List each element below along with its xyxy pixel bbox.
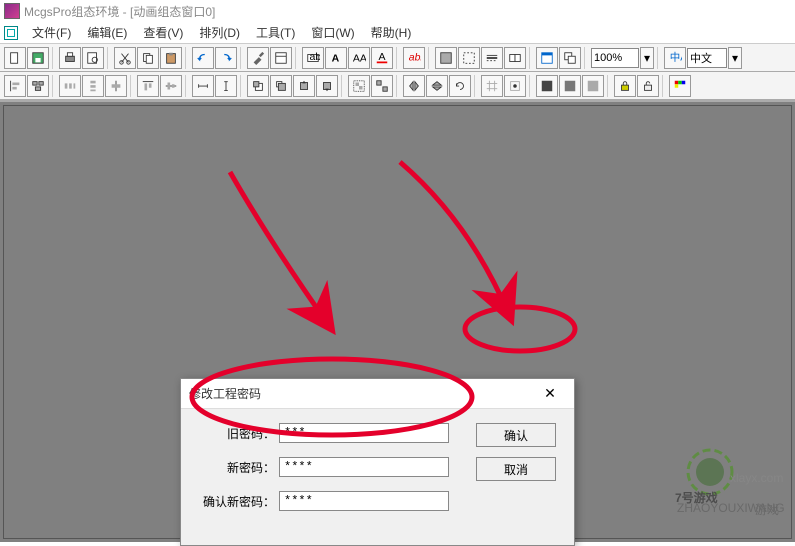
hammer-icon[interactable] [247,47,269,69]
gradient-2-icon[interactable] [559,75,581,97]
old-password-input[interactable] [279,423,449,443]
paste-button[interactable] [160,47,182,69]
line-style-icon[interactable] [481,47,503,69]
window-icon[interactable] [536,47,558,69]
document-icon [4,26,18,40]
text-label-icon[interactable]: ab [302,47,324,69]
language-icon[interactable]: 中A [664,47,686,69]
menu-arrange[interactable]: 排列(D) [191,22,248,43]
app-icon [4,3,20,19]
window-title: McgsPro组态环境 - [动画组态窗口0] [24,3,215,20]
menu-tools[interactable]: 工具(T) [248,22,303,43]
toolbar-1: ab A AA A abi ▾ 中A ▾ [0,44,795,72]
preview-button[interactable] [82,47,104,69]
gradient-3-icon[interactable] [582,75,604,97]
font-size-button[interactable]: AA [348,47,370,69]
align-middle-icon[interactable] [160,75,182,97]
toolbar-2 [0,72,795,100]
title-bar: McgsPro组态环境 - [动画组态窗口0] [0,0,795,22]
same-width-icon[interactable] [192,75,214,97]
rectangles-icon[interactable] [504,47,526,69]
confirm-password-label: 确认新密码： [197,493,275,510]
center-h-icon[interactable] [105,75,127,97]
lock-icon[interactable] [614,75,636,97]
language-input[interactable] [687,48,727,68]
undo-button[interactable] [192,47,214,69]
palette-icon[interactable] [669,75,691,97]
svg-text:中A: 中A [670,51,682,64]
gradient-1-icon[interactable] [536,75,558,97]
distribute-h-icon[interactable] [59,75,81,97]
ok-button[interactable]: 确认 [476,423,556,447]
ungroup-icon[interactable] [371,75,393,97]
redo-button[interactable] [215,47,237,69]
align-left-icon[interactable] [4,75,26,97]
new-password-input[interactable] [279,457,449,477]
language-dropdown-icon[interactable]: ▾ [728,47,742,69]
change-password-dialog: 修改工程密码 ✕ 旧密码： 新密码： 确认新密码： 确认 取消 [180,378,575,546]
menu-window[interactable]: 窗口(W) [303,22,362,43]
align-top-icon[interactable] [137,75,159,97]
script-icon[interactable]: abi [403,47,425,69]
svg-text:ab: ab [310,51,321,63]
color-button[interactable]: A [371,47,393,69]
svg-text:A: A [332,52,340,64]
confirm-password-input[interactable] [279,491,449,511]
group-icon[interactable] [348,75,370,97]
svg-text:A: A [360,52,366,64]
canvas-area[interactable]: 修改工程密码 ✕ 旧密码： 新密码： 确认新密码： 确认 取消 [0,100,795,542]
menu-edit[interactable]: 编辑(E) [79,22,135,43]
properties-icon[interactable] [270,47,292,69]
save-button[interactable] [27,47,49,69]
distribute-v-icon[interactable] [82,75,104,97]
grid-fill-icon[interactable] [435,47,457,69]
rotate-icon[interactable] [449,75,471,97]
border-icon[interactable] [458,47,480,69]
svg-text:A: A [379,51,386,63]
layer-down-icon[interactable] [316,75,338,97]
close-icon[interactable]: ✕ [534,382,566,406]
same-height-icon[interactable] [215,75,237,97]
snap-grid-icon[interactable] [481,75,503,97]
svg-text:abi: abi [409,51,421,63]
flip-h-icon[interactable] [403,75,425,97]
old-password-label: 旧密码： [197,425,275,442]
print-button[interactable] [59,47,81,69]
svg-text:A: A [353,52,360,64]
flip-v-icon[interactable] [426,75,448,97]
new-button[interactable] [4,47,26,69]
zoom-dropdown-icon[interactable]: ▾ [640,47,654,69]
menu-bar: 文件(F) 编辑(E) 查看(V) 排列(D) 工具(T) 窗口(W) 帮助(H… [0,22,795,44]
font-button[interactable]: A [325,47,347,69]
new-password-label: 新密码： [197,459,275,476]
menu-help[interactable]: 帮助(H) [363,22,420,43]
zoom-input[interactable] [591,48,639,68]
cut-button[interactable] [114,47,136,69]
layer-up-icon[interactable] [293,75,315,97]
menu-view[interactable]: 查看(V) [135,22,191,43]
copy-button[interactable] [137,47,159,69]
cancel-button[interactable]: 取消 [476,457,556,481]
snap-object-icon[interactable] [504,75,526,97]
dialog-title: 修改工程密码 [189,385,261,402]
send-back-icon[interactable] [270,75,292,97]
align-group-icon[interactable] [27,75,49,97]
cascade-icon[interactable] [559,47,581,69]
dialog-title-bar[interactable]: 修改工程密码 ✕ [181,379,574,409]
unlock-icon[interactable] [637,75,659,97]
menu-file[interactable]: 文件(F) [24,22,79,43]
bring-front-icon[interactable] [247,75,269,97]
